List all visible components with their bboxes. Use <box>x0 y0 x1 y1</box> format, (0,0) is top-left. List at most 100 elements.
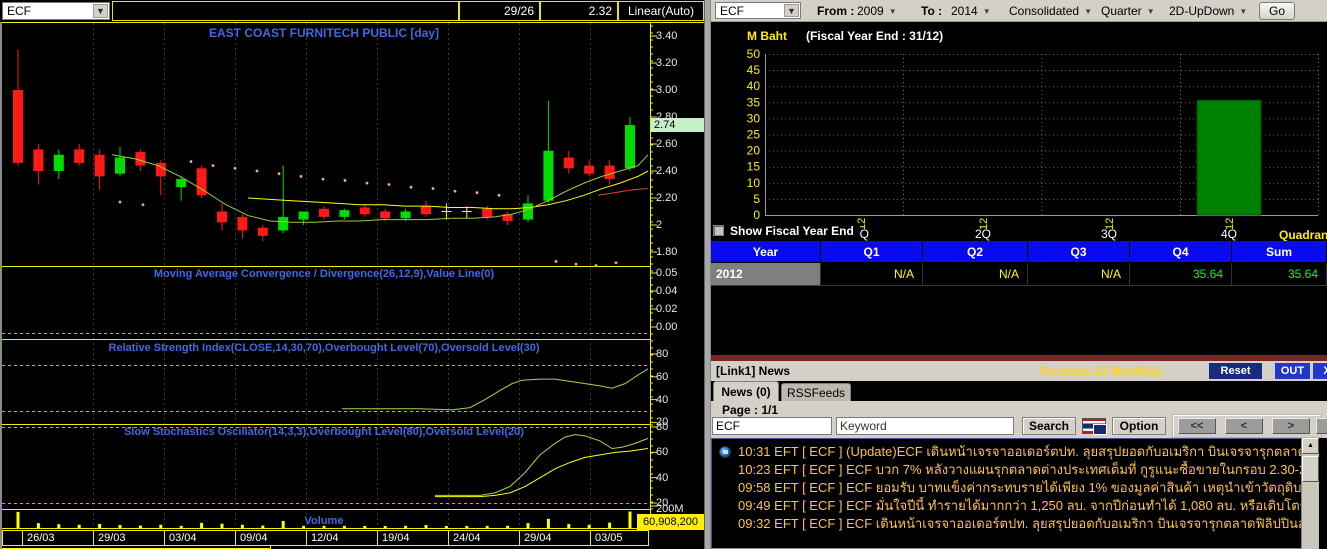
bar-quarter-label: 3Q <box>1101 227 1117 241</box>
bar-quarter-label: 2Q <box>975 227 991 241</box>
fundamental-symbol-value: ECF <box>720 4 744 18</box>
news-scrollbar[interactable]: ▲ <box>1302 438 1319 549</box>
table-header-cell: Q1 <box>821 241 923 263</box>
axis-tick-label: 3.20 <box>656 57 678 69</box>
last-volume-badge: 60,908,200 <box>637 514 704 530</box>
bar-y-tick: 25 <box>747 128 761 142</box>
out-button[interactable]: OUT <box>1275 363 1310 379</box>
bar-y-tick: 35 <box>747 95 761 109</box>
scroll-up-button[interactable]: ▲ <box>1302 438 1319 454</box>
consolidated-dropdown[interactable]: Consolidated ▼ <box>1009 3 1092 20</box>
bar-y-tick: 20 <box>747 144 761 158</box>
show-fiscal-year-end-checkbox[interactable]: Show Fiscal Year End <box>713 224 860 239</box>
bar-y-tick: 50 <box>747 47 761 61</box>
chevron-down-icon: ▼ <box>982 7 991 16</box>
axis-tick-label: 1.80 <box>656 246 678 258</box>
axis-tick-label: 60 <box>656 371 669 383</box>
axis-tick-label: 0.04 <box>656 285 678 297</box>
keyword-input[interactable] <box>836 417 1014 435</box>
scroll-thumb[interactable] <box>1302 456 1319 482</box>
table-row[interactable]: 2012 N/A N/A N/A 35.64 35.64 <box>711 263 1327 286</box>
news-item[interactable]: 10:23 EFT [ ECF ] ECF บวก 7% หลังวางแผนร… <box>712 461 1301 479</box>
volume-title: Volume <box>304 515 344 527</box>
table-header-row: Year Q1 Q2 Q3 Q4 Sum <box>711 241 1327 263</box>
from-label: From : <box>817 4 855 18</box>
from-year-dropdown[interactable]: 2009 ▼ <box>857 3 897 20</box>
axis-tick-label: 0.05 <box>656 267 678 279</box>
macd-title: Moving Average Convergence / Divergence(… <box>153 268 495 280</box>
quarter-bars <box>1196 99 1262 216</box>
tab-rssfeeds[interactable]: RSSFeeds <box>781 383 851 401</box>
table-header-cell: Q4 <box>1130 241 1232 263</box>
table-header-cell: Q3 <box>1028 241 1130 263</box>
news-item[interactable]: 10:31 EFT [ ECF ] (Update)ECF เดินหน้าเจ… <box>712 443 1301 461</box>
axis-tick-label: 0.02 <box>656 303 678 315</box>
bar-y-tick: 0 <box>753 208 760 222</box>
news-item[interactable]: 09:49 EFT [ ECF ] ECF มั่นใจปีนี้ ทำรายไ… <box>712 497 1301 515</box>
period-dropdown[interactable]: Quarter ▼ <box>1101 3 1155 20</box>
scroll-gap <box>1319 438 1327 549</box>
quadrant-label: Quadrant <box>1279 228 1327 242</box>
news-nav-prev-button[interactable]: < <box>1225 418 1263 434</box>
news-nav-next-button[interactable]: > <box>1272 418 1310 434</box>
checkbox-icon[interactable] <box>713 225 724 236</box>
axis-tick-label: 2.40 <box>656 165 678 177</box>
fundamental-symbol-combo[interactable]: ECF ▼ <box>715 2 801 19</box>
axis-tick-label: 2.80 <box>656 111 678 123</box>
table-header-cell: Q2 <box>923 241 1028 263</box>
show-fiscal-year-end-label: Show Fiscal Year End <box>730 224 854 238</box>
date-label: 24/04 <box>453 532 481 544</box>
reset-button[interactable]: Reset <box>1209 363 1262 379</box>
news-nav-last-button[interactable]: >> <box>1316 418 1327 434</box>
rsi-line <box>342 368 649 411</box>
date-label: 09/04 <box>240 532 268 544</box>
axis-tick-label: 40 <box>656 472 669 484</box>
quarterly-table: Year Q1 Q2 Q3 Q4 Sum 2012 N/A N/A N/A 35.64 35.64 <box>711 241 1327 286</box>
axis-tick-label: 80 <box>656 348 669 360</box>
date-label: 03/05 <box>595 532 623 544</box>
bar-y-tick: 30 <box>747 111 761 125</box>
search-button[interactable]: Search <box>1022 417 1076 435</box>
table-value-cell: N/A <box>923 263 1028 286</box>
axis-tick-label: 20 <box>656 497 669 509</box>
tab-news[interactable]: News (0) <box>713 381 779 401</box>
panel-divider[interactable] <box>704 0 711 549</box>
quarterly-bar-chart-canvas[interactable]: 05101520253035404550121Q122Q123Q124Q <box>711 22 1327 241</box>
news-panel-title: [Link1] News <box>716 364 791 378</box>
table-value-cell: N/A <box>1028 263 1130 286</box>
ma-signal-line <box>597 188 649 196</box>
to-year-dropdown[interactable]: 2014 ▼ <box>951 3 991 20</box>
chevron-down-icon: ▼ <box>888 7 897 16</box>
axis-tick-label: 80 <box>656 421 669 433</box>
chevron-down-icon: ▼ <box>1084 7 1092 16</box>
date-label: 26/03 <box>27 532 55 544</box>
table-value-cell: 35.64 <box>1232 263 1327 286</box>
option-button[interactable]: Option <box>1112 417 1166 435</box>
go-button[interactable]: Go <box>1259 2 1295 20</box>
news-nav-first-button[interactable]: << <box>1178 418 1216 434</box>
axis-tick-label: 60 <box>656 446 669 458</box>
table-header-cell: Year <box>711 241 821 263</box>
date-label: 03/04 <box>169 532 197 544</box>
rsi-title: Relative Strength Index(CLOSE,14,30,70),… <box>108 342 540 354</box>
chevron-down-icon[interactable]: ▼ <box>784 4 799 17</box>
news-list[interactable]: 10:31 EFT [ ECF ] (Update)ECF เดินหน้าเจ… <box>711 438 1302 549</box>
news-symbol-input[interactable] <box>712 417 832 435</box>
news-period-label: Previous 12 Month(s) <box>1040 364 1162 378</box>
view-mode-dropdown[interactable]: 2D-UpDown ▼ <box>1169 3 1247 20</box>
news-item[interactable]: 09:58 EFT [ ECF ] ECF ยอมรับ บาทแข็งค่าก… <box>712 479 1301 497</box>
table-value-cell: N/A <box>821 263 923 286</box>
news-item[interactable]: 09:32 EFT [ ECF ] ECF เดินหน้าเจรจาออเดอ… <box>712 515 1301 533</box>
to-label: To : <box>921 4 943 18</box>
date-label: 29/04 <box>524 532 552 544</box>
stoch-title: Slow Stochastics Oscillator(14,3,3),Over… <box>124 426 524 438</box>
bar-quarter-label: 4Q <box>1221 227 1237 241</box>
language-flag-icon[interactable] <box>1082 418 1107 435</box>
app-window: ECF ▼ 29/26 2.32 Linear(Auto) EAST COAST… <box>0 0 1327 549</box>
bar-y-tick: 10 <box>747 176 761 190</box>
axis-tick-label: 2 <box>656 219 663 231</box>
date-label: 19/04 <box>382 532 410 544</box>
bar-y-tick: 40 <box>747 79 761 93</box>
fundamental-toolbar: ECF ▼ From : 2009 ▼ To : 2014 ▼ Consolidat… <box>711 0 1327 22</box>
extra-button[interactable]: X <box>1313 363 1327 379</box>
